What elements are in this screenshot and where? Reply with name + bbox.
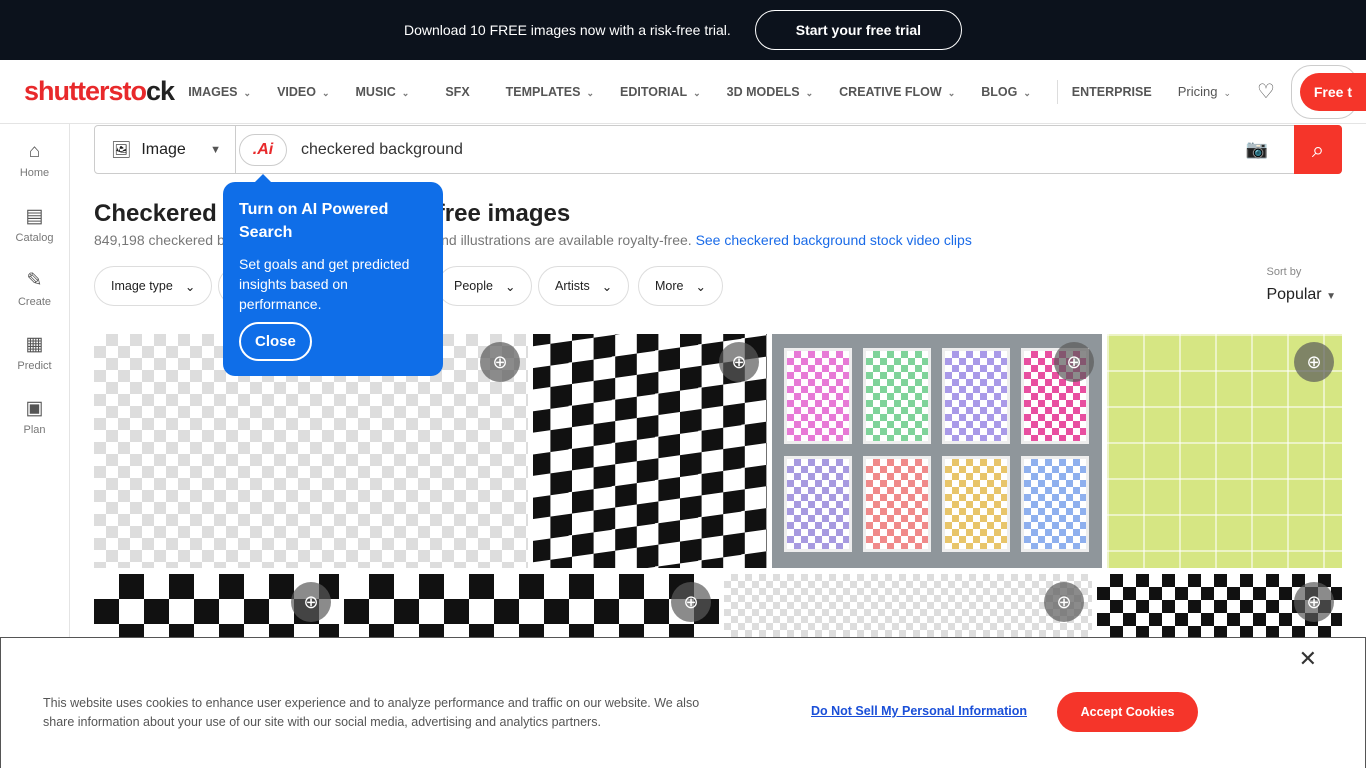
- sidebar-item-create[interactable]: ✎ Create: [0, 256, 69, 320]
- nav-video[interactable]: VIDEO ⌄: [277, 85, 329, 99]
- poster-thumbnail: [942, 348, 1010, 444]
- popup-close-button[interactable]: Close: [239, 322, 312, 361]
- chevron-down-icon: ⌄: [693, 87, 701, 98]
- nav-images[interactable]: IMAGES ⌄: [188, 85, 251, 99]
- zoom-icon[interactable]: ⊕: [1044, 582, 1084, 622]
- chevron-down-icon: ⌄: [695, 279, 706, 294]
- nav-3d-models[interactable]: 3D MODELS ⌄: [727, 85, 813, 99]
- zoom-icon[interactable]: ⊕: [291, 582, 331, 622]
- favorites-heart-icon[interactable]: ♡: [1257, 79, 1275, 104]
- sidebar: ⌂ Home ▤ Catalog ✎ Create ▦ Predict ▣ Plan: [0, 124, 70, 644]
- poster-thumbnail: [863, 348, 931, 444]
- filter-chip[interactable]: People ⌄: [437, 266, 533, 306]
- chevron-down-icon: ⌄: [805, 87, 814, 98]
- nav-divider: [1056, 79, 1058, 104]
- close-icon[interactable]: ✕: [1299, 646, 1317, 672]
- nav-enterprise[interactable]: ENTERPRISE: [1072, 85, 1152, 99]
- nav-templates[interactable]: TEMPLATES ⌄: [506, 85, 594, 99]
- search-bar: 🖼 Image ▼ .Ai checkered background 📷 ⌕: [94, 125, 1342, 174]
- image-result[interactable]: ⊕: [1107, 334, 1342, 568]
- do-not-sell-link[interactable]: Do Not Sell My Personal Information: [811, 704, 1027, 718]
- nav-creative-flow[interactable]: CREATIVE FLOW ⌄: [839, 85, 955, 99]
- video-clips-link[interactable]: See checkered background stock video cli…: [696, 232, 972, 248]
- promo-text: Download 10 FREE images now with a risk-…: [403, 22, 731, 38]
- zoom-icon[interactable]: ⊕: [1054, 342, 1094, 382]
- home-icon: ⌂: [28, 141, 41, 162]
- sidebar-item-home[interactable]: ⌂ Home: [0, 128, 69, 192]
- filter-chip[interactable]: Image type ⌄: [94, 266, 213, 306]
- chevron-down-icon: ⌄: [1023, 87, 1031, 98]
- image-result[interactable]: ⊕: [1097, 574, 1342, 644]
- predict-icon: ▦: [25, 333, 44, 355]
- sidebar-item-plan[interactable]: ▣ Plan: [0, 384, 69, 448]
- sort-select[interactable]: Sort by Popular ▼: [1266, 266, 1336, 304]
- chevron-down-icon: ⌄: [321, 87, 330, 98]
- ai-search-popup: Turn on AI Powered Search Set goals and …: [223, 174, 443, 376]
- caret-down-icon: ▼: [210, 143, 221, 156]
- nav-blog[interactable]: BLOG ⌄: [981, 85, 1031, 99]
- promo-banner: Download 10 FREE images now with a risk-…: [0, 0, 1366, 60]
- free-trial-button[interactable]: Free t: [1299, 72, 1366, 111]
- sidebar-item-predict[interactable]: ▦ Predict: [0, 320, 69, 384]
- camera-search-icon[interactable]: 📷: [1246, 139, 1268, 160]
- search-input[interactable]: checkered background: [301, 141, 1246, 159]
- image-result[interactable]: ⊕: [724, 574, 1092, 644]
- nav-editorial[interactable]: EDITORIAL ⌄: [620, 85, 701, 99]
- chevron-down-icon: ⌄: [504, 279, 516, 294]
- zoom-icon[interactable]: ⊕: [1294, 342, 1334, 382]
- nav-music[interactable]: MUSIC ⌄: [356, 85, 410, 99]
- shutterstock-logo[interactable]: shutterstock: [24, 76, 188, 107]
- chevron-down-icon: ⌄: [601, 279, 613, 294]
- cookie-banner: ✕ This website uses cookies to enhance u…: [0, 637, 1366, 768]
- poster-thumbnail: [942, 456, 1010, 552]
- image-result[interactable]: ⊕: [772, 334, 1102, 568]
- chevron-down-icon: ⌄: [586, 87, 594, 98]
- chevron-down-icon: ⌄: [243, 87, 252, 98]
- chevron-down-icon: ⌄: [401, 87, 410, 98]
- poster-thumbnail: [784, 456, 852, 552]
- plan-icon: ▣: [25, 397, 44, 419]
- search-button[interactable]: ⌕: [1294, 125, 1342, 174]
- start-trial-button[interactable]: Start your free trial: [754, 10, 963, 50]
- image-result[interactable]: ⊕: [94, 574, 339, 644]
- create-icon: ✎: [26, 269, 43, 291]
- search-type-select[interactable]: 🖼 Image ▼: [95, 126, 236, 173]
- nav-pricing[interactable]: Pricing ⌄: [1178, 84, 1231, 99]
- sidebar-item-catalog[interactable]: ▤ Catalog: [0, 192, 69, 256]
- image-result[interactable]: ⊕: [533, 334, 767, 568]
- chevron-down-icon: ⌄: [947, 87, 956, 98]
- top-nav: shutterstock IMAGES ⌄ VIDEO ⌄ MUSIC ⌄ SFX TEMPL…: [0, 60, 1366, 124]
- catalog-icon: ▤: [25, 205, 44, 227]
- search-icon: ⌕: [1311, 136, 1325, 162]
- accept-cookies-button[interactable]: Accept Cookies: [1057, 692, 1198, 732]
- poster-thumbnail: [784, 348, 852, 444]
- zoom-icon[interactable]: ⊕: [480, 342, 520, 382]
- poster-thumbnail: [1021, 456, 1089, 552]
- ai-search-toggle[interactable]: .Ai: [239, 133, 287, 166]
- filter-chip[interactable]: Artists ⌄: [538, 266, 630, 306]
- chevron-down-icon: ⌄: [184, 279, 196, 294]
- image-result[interactable]: ⊕: [344, 574, 719, 644]
- nav-sfx[interactable]: SFX: [445, 85, 469, 99]
- poster-thumbnail: [863, 456, 931, 552]
- zoom-icon[interactable]: ⊕: [719, 342, 759, 382]
- zoom-icon[interactable]: ⊕: [1294, 582, 1334, 622]
- filter-chip[interactable]: More ⌄: [638, 266, 723, 306]
- zoom-icon[interactable]: ⊕: [671, 582, 711, 622]
- image-icon: 🖼: [111, 141, 132, 159]
